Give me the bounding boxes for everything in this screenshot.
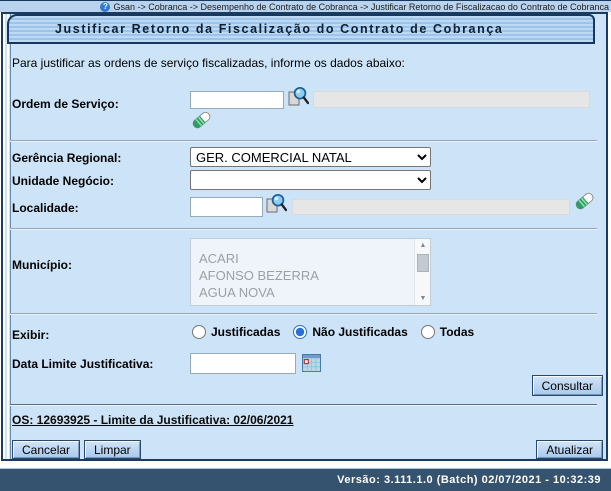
municipio-option: AFONSO BEZERRA [199, 268, 319, 283]
cancelar-button[interactable]: Cancelar [12, 440, 81, 459]
exibir-label: Exibir: [12, 328, 50, 342]
localidade-descricao-field [292, 199, 570, 215]
data-limite-label: Data Limite Justificativa: [12, 357, 154, 371]
scrollbar-thumb[interactable] [417, 254, 429, 272]
page-title-tab: Justificar Retorno da Fiscalização do Co… [7, 14, 595, 44]
municipio-option: ACARI [199, 251, 239, 266]
ordem-servico-input[interactable] [190, 91, 284, 109]
separator [10, 228, 597, 230]
separator [10, 140, 597, 142]
localidade-label: Localidade: [12, 201, 79, 215]
ordem-servico-label: Ordem de Serviço: [12, 97, 119, 111]
data-limite-input[interactable] [190, 353, 296, 374]
atualizar-button[interactable]: Atualizar [536, 440, 603, 459]
footer-bar: Versão: 3.111.1.0 (Batch) 02/07/2021 - 1… [0, 468, 611, 491]
limpar-button[interactable]: Limpar [84, 440, 141, 459]
municipio-label: Município: [12, 258, 72, 272]
ordem-servico-eraser-icon[interactable] [191, 110, 212, 130]
footer-version: Versão: 3.111.1.0 (Batch) 02/07/2021 - 1… [337, 474, 601, 486]
listbox-scrollbar[interactable]: ▲ ▼ [414, 239, 430, 305]
gerencia-regional-select[interactable]: GER. COMERCIAL NATAL [190, 147, 431, 167]
os-link[interactable]: OS: 12693925 - Limite da Justificativa: … [12, 413, 293, 427]
main-panel [1, 12, 608, 461]
municipio-option: AGUA NOVA [199, 285, 275, 300]
localidade-eraser-icon[interactable] [574, 191, 595, 211]
intro-text: Para justificar as ordens de serviço fis… [12, 56, 405, 70]
radio-justificadas[interactable] [192, 325, 206, 339]
screen: ? Gsan -> Cobranca -> Desempenho de Cont… [0, 0, 611, 491]
radio-todas-label[interactable]: Todas [440, 325, 474, 339]
radio-justificadas-label[interactable]: Justificadas [211, 325, 280, 339]
breadcrumb: Gsan -> Cobranca -> Desempenho de Contra… [113, 1, 609, 12]
page-title: Justificar Retorno da Fiscalização do Co… [55, 22, 504, 36]
calendar-icon[interactable] [302, 354, 321, 372]
radio-nao-justificadas-label[interactable]: Não Justificadas [312, 325, 407, 339]
ordem-servico-search-icon[interactable] [286, 86, 309, 107]
separator-dark [10, 404, 597, 406]
unidade-negocio-select[interactable] [190, 170, 431, 190]
exibir-radio-group: Justificadas Não Justificadas Todas [192, 325, 482, 339]
consultar-button[interactable]: Consultar [531, 375, 603, 396]
breadcrumb-bar: ? Gsan -> Cobranca -> Desempenho de Cont… [0, 0, 611, 12]
gerencia-regional-label: Gerência Regional: [12, 151, 122, 165]
ordem-servico-descricao-field [313, 91, 590, 108]
separator [10, 313, 597, 315]
radio-nao-justificadas[interactable] [293, 325, 308, 339]
localidade-search-icon[interactable] [264, 193, 287, 214]
localidade-input[interactable] [190, 197, 263, 217]
scroll-down-icon[interactable]: ▼ [415, 292, 430, 305]
bottom-gap [0, 461, 611, 468]
municipio-listbox[interactable]: ACARI AFONSO BEZERRA AGUA NOVA ▲ ▼ [190, 238, 431, 306]
help-icon[interactable]: ? [100, 1, 111, 12]
stripe-edge [3, 14, 11, 459]
scroll-up-icon[interactable]: ▲ [415, 239, 430, 252]
unidade-negocio-label: Unidade Negócio: [12, 174, 115, 188]
radio-todas[interactable] [420, 325, 435, 339]
